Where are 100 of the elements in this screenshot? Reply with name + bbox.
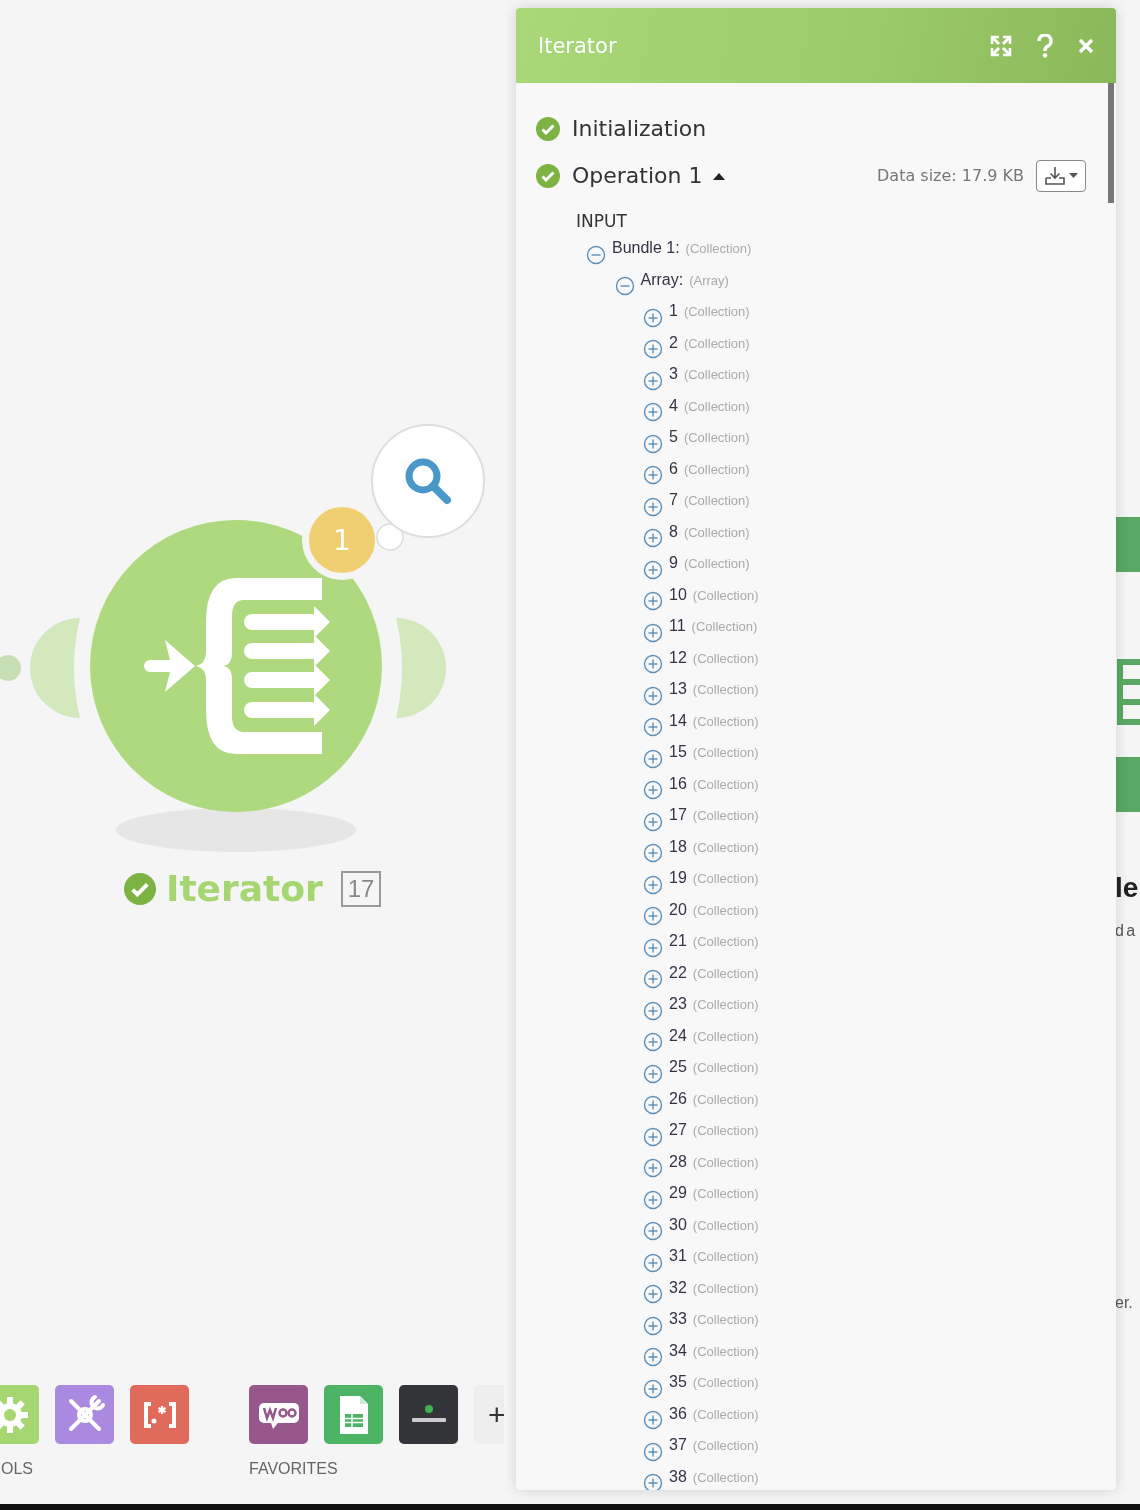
tree-item-type: (Collection) (683, 304, 750, 319)
expand-toggle[interactable] (643, 1063, 663, 1084)
collapse-toggle[interactable] (614, 276, 635, 297)
app-tile[interactable] (324, 1385, 383, 1444)
operation-toggle[interactable]: Operation 1 (572, 163, 727, 188)
data-size: Data size: 17.9 KB (877, 166, 1024, 185)
expand-toggle[interactable] (643, 591, 663, 612)
help-button[interactable] (1036, 33, 1054, 58)
expand-toggle[interactable] (643, 654, 663, 675)
expand-toggle[interactable] (643, 339, 663, 360)
tree-item-label: 28 (669, 1152, 687, 1171)
tree-item-type: (Collection) (683, 367, 750, 382)
expand-toggle[interactable] (643, 1158, 663, 1179)
expand-toggle[interactable] (643, 780, 663, 801)
tree-item-type: (Collection) (692, 965, 759, 981)
search-icon (403, 456, 453, 506)
tree-item-type: (Collection) (683, 493, 750, 508)
expand-toggle[interactable] (643, 465, 663, 486)
operation-toggle[interactable]: Initialization (572, 116, 707, 141)
expand-toggle[interactable] (643, 717, 663, 738)
expand-toggle[interactable] (643, 969, 663, 990)
expand-toggle[interactable] (643, 1284, 663, 1305)
tree-item-label: 21 (669, 932, 687, 950)
tree-item-label: 23 (669, 995, 687, 1013)
tree-item-label: 14 (669, 711, 687, 730)
panel-title: Iterator (538, 33, 618, 58)
tree-item-label: 34 (669, 1341, 687, 1360)
gear-icon (0, 1394, 30, 1435)
expand-toggle[interactable] (643, 843, 663, 864)
expand-toggle[interactable] (643, 528, 663, 549)
tree-item-type: (Collection) (692, 1469, 759, 1485)
expand-toggle[interactable] (643, 1410, 663, 1431)
expand-toggle[interactable] (643, 402, 663, 423)
expand-toggle[interactable] (643, 685, 663, 706)
expand-toggle[interactable] (643, 433, 663, 454)
module-name: Iterator (166, 868, 323, 909)
tree-item-label: 17 (669, 806, 687, 824)
tree-item-label: 26 (669, 1089, 687, 1108)
group-label: FAVORITES (249, 1460, 338, 1478)
expand-toggle[interactable] (643, 496, 663, 517)
expand-toggle[interactable] (643, 1441, 663, 1462)
collapse-toggle[interactable] (586, 244, 606, 265)
expand-toggle[interactable] (643, 1378, 663, 1399)
tree-item-type: (Collection) (692, 587, 759, 603)
tree-item-type: (Collection) (683, 556, 750, 571)
app-tile[interactable] (55, 1385, 114, 1444)
tree-item-type: (Collection) (691, 619, 758, 634)
app-tile[interactable] (249, 1385, 308, 1444)
tree-item-label: Array: (640, 270, 684, 289)
tree-item-label: 37 (669, 1436, 687, 1454)
expand-toggle[interactable] (643, 1315, 663, 1336)
expand-toggle[interactable] (643, 559, 663, 580)
scrollbar-thumb[interactable] (1108, 83, 1114, 203)
tree-item-type: (Collection) (692, 1154, 759, 1170)
tree-item-type: (Collection) (692, 902, 759, 918)
expand-toggle[interactable] (643, 1347, 663, 1368)
expand-toggle[interactable] (643, 1189, 663, 1210)
tree-item-label: 6 (669, 459, 678, 478)
app-tile[interactable] (399, 1385, 458, 1444)
download-button[interactable] (1036, 159, 1086, 192)
tree-item-label: 32 (669, 1278, 687, 1297)
tree-item-type: (Collection) (692, 1438, 759, 1453)
tree-item-type: (Array) (689, 272, 729, 288)
tree-item-type: (Collection) (692, 682, 759, 697)
tree-item-type: (Collection) (692, 745, 759, 760)
expand-toggle[interactable] (643, 1473, 663, 1490)
tree-item-type: (Collection) (692, 1280, 759, 1296)
expand-toggle[interactable] (643, 1000, 663, 1021)
add-button[interactable]: + (474, 1385, 504, 1444)
section-label: INPUT (576, 211, 628, 231)
tree-item-type: (Collection) (683, 461, 750, 477)
expand-button[interactable] (990, 34, 1012, 57)
expand-toggle[interactable] (643, 1221, 663, 1242)
tree-item-type: (Collection) (692, 1123, 759, 1138)
close-button[interactable] (1078, 37, 1094, 54)
expand-toggle[interactable] (643, 811, 663, 832)
tree-item-label: 7 (669, 491, 678, 509)
tree-item-label: 16 (669, 774, 687, 793)
expand-toggle[interactable] (643, 906, 663, 927)
expand-toggle[interactable] (643, 370, 663, 391)
expand-toggle[interactable] (643, 622, 663, 643)
expand-toggle[interactable] (643, 937, 663, 958)
tree-item-label: 25 (669, 1058, 687, 1076)
expand-toggle[interactable] (643, 1095, 663, 1116)
tree-item-label: 33 (669, 1310, 687, 1328)
tree-item-label: 18 (669, 837, 687, 856)
expand-toggle[interactable] (643, 1126, 663, 1147)
tree-item-type: (Collection) (692, 1186, 759, 1201)
expand-toggle[interactable] (643, 874, 663, 895)
expand-toggle[interactable] (643, 1032, 663, 1053)
tree-item-type: (Collection) (692, 776, 759, 792)
brackets-icon (141, 1399, 178, 1430)
expand-toggle[interactable] (643, 1252, 663, 1273)
tree-item-type: (Collection) (692, 808, 759, 823)
expand-toggle[interactable] (643, 748, 663, 769)
tree-item-label: 3 (669, 365, 678, 383)
expand-toggle[interactable] (643, 307, 663, 328)
app-tile[interactable] (130, 1385, 189, 1444)
tree-item-label: 35 (669, 1373, 687, 1391)
tree-item-label: 31 (669, 1247, 687, 1265)
